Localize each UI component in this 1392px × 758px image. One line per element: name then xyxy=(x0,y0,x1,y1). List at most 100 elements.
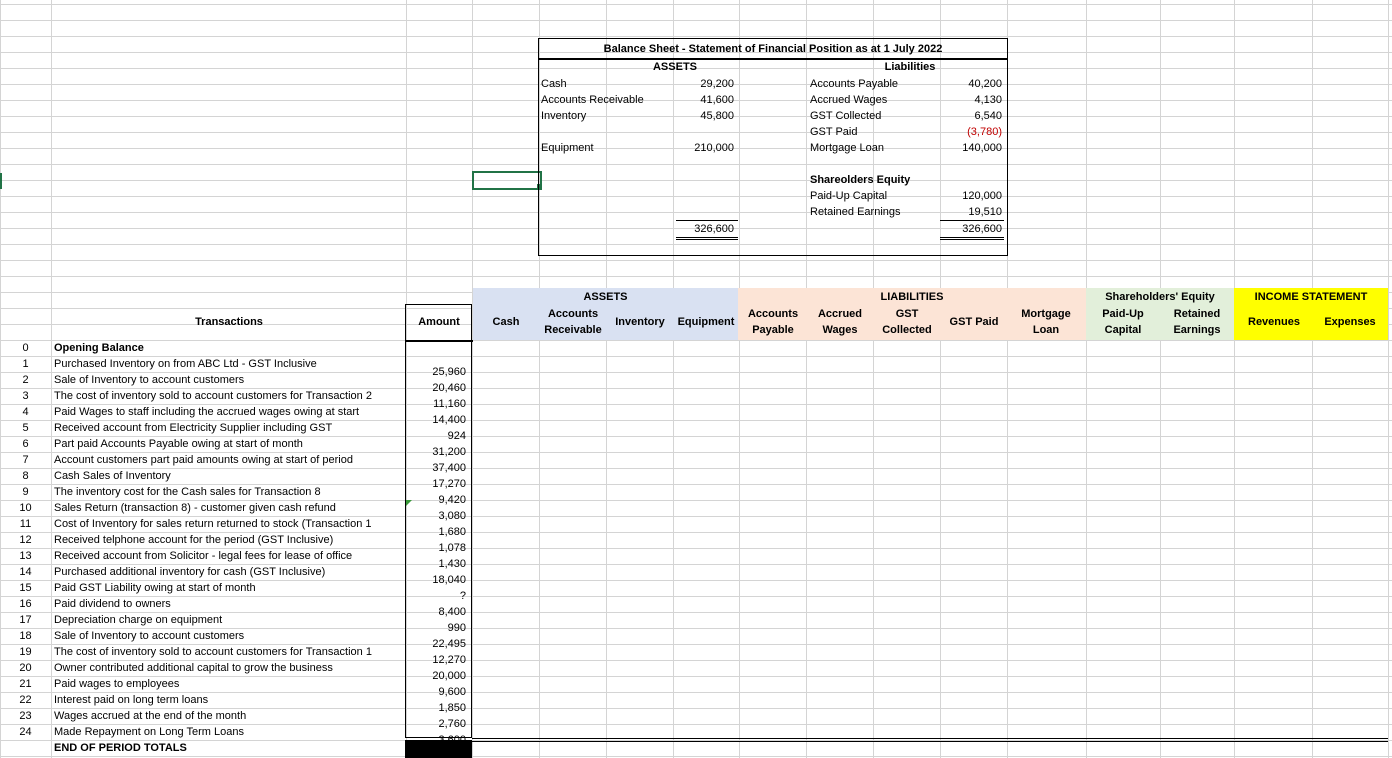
liab-label-gstp: GST Paid xyxy=(810,126,858,138)
header-ap-line2: Payable xyxy=(752,324,794,336)
header-cash: Cash xyxy=(492,316,520,328)
row-number: 14 xyxy=(19,566,32,578)
transaction-amount[interactable]: 1,680 xyxy=(406,524,466,540)
transaction-amount[interactable]: 11,160 xyxy=(406,396,466,412)
end-of-period-label: END OF PERIOD TOTALS xyxy=(54,742,187,754)
transaction-description[interactable]: Purchased Inventory on from ABC Ltd - GS… xyxy=(54,356,404,372)
transaction-description[interactable]: The cost of inventory sold to account cu… xyxy=(54,388,404,404)
header-revenues: Revenues xyxy=(1248,316,1300,328)
row-number: 6 xyxy=(22,438,29,450)
transaction-description[interactable]: Cost of Inventory for sales return retur… xyxy=(54,516,404,532)
assets-total: 326,600 xyxy=(694,223,734,235)
transaction-description[interactable]: Sales Return (transaction 8) - customer … xyxy=(54,500,404,516)
header-gstc-line1: GST xyxy=(895,308,919,320)
transaction-description[interactable]: Owner contributed additional capital to … xyxy=(54,660,404,676)
row-number: 18 xyxy=(19,630,32,642)
transaction-description[interactable]: Account customers part paid amounts owin… xyxy=(54,452,404,468)
row-number: 7 xyxy=(22,454,29,466)
transaction-amount[interactable]: 9,600 xyxy=(406,684,466,700)
transaction-amount[interactable]: 1,430 xyxy=(406,556,466,572)
liab-value-gstc: 6,540 xyxy=(974,110,1002,122)
assets-heading: ASSETS xyxy=(652,61,697,73)
liab-value-mortgage: 140,000 xyxy=(962,142,1002,154)
header-puc-line1: Paid-Up xyxy=(1102,308,1144,320)
header-ar-line2: Receivable xyxy=(544,324,602,336)
liab-label-mortgage: Mortgage Loan xyxy=(810,142,884,154)
transaction-description[interactable]: Depreciation charge on equipment xyxy=(54,612,404,628)
liab-label-aw: Accrued Wages xyxy=(810,94,888,106)
selected-cell[interactable] xyxy=(472,171,542,190)
header-re-line1: Retained xyxy=(1173,308,1221,320)
transaction-amount[interactable]: 25,960 xyxy=(406,364,466,380)
row-number: 9 xyxy=(22,486,29,498)
end-row-top-border xyxy=(472,738,1388,739)
row-number: 16 xyxy=(19,598,32,610)
group-equity: Shareholders' Equity xyxy=(1105,291,1215,303)
grid-row-line xyxy=(0,20,1392,21)
transaction-amount[interactable]: 3,080 xyxy=(406,508,466,524)
transaction-amount[interactable]: 22,495 xyxy=(406,636,466,652)
header-inventory: Inventory xyxy=(615,316,665,328)
row-number: 15 xyxy=(19,582,32,594)
header-puc-line2: Capital xyxy=(1104,324,1142,336)
transaction-amount[interactable]: 14,400 xyxy=(406,412,466,428)
asset-label-equipment: Equipment xyxy=(541,142,594,154)
equity-value-retained: 19,510 xyxy=(968,206,1002,218)
transaction-amount[interactable]: 37,400 xyxy=(406,460,466,476)
transaction-description[interactable]: Interest paid on long term loans xyxy=(54,692,404,708)
transaction-amount[interactable]: 20,460 xyxy=(406,380,466,396)
transaction-amount[interactable]: 31,200 xyxy=(406,444,466,460)
transaction-description[interactable]: Received account from Electricity Suppli… xyxy=(54,420,404,436)
group-assets: ASSETS xyxy=(583,291,628,303)
row-indicator xyxy=(0,173,2,189)
transaction-description[interactable]: The inventory cost for the Cash sales fo… xyxy=(54,484,404,500)
transaction-description[interactable]: Sale of Inventory to account customers xyxy=(54,372,404,388)
transaction-description[interactable]: The cost of inventory sold to account cu… xyxy=(54,644,404,660)
transaction-amount[interactable]: 924 xyxy=(406,428,466,444)
transaction-amount[interactable]: 990 xyxy=(406,620,466,636)
row-number: 5 xyxy=(22,422,29,434)
liab-equity-total: 326,600 xyxy=(962,223,1002,235)
transaction-description[interactable]: Purchased additional inventory for cash … xyxy=(54,564,404,580)
row-number: 20 xyxy=(19,662,32,674)
transaction-amount[interactable]: 1,078 xyxy=(406,540,466,556)
transaction-description[interactable]: Cash Sales of Inventory xyxy=(54,468,404,484)
header-expenses: Expenses xyxy=(1324,316,1376,328)
transaction-amount[interactable]: 20,000 xyxy=(406,668,466,684)
transaction-description[interactable]: Paid Wages to staff including the accrue… xyxy=(54,404,404,420)
equity-label-capital: Paid-Up Capital xyxy=(810,190,888,202)
transaction-amount[interactable]: ? xyxy=(406,588,466,604)
transaction-amount[interactable]: 1,850 xyxy=(406,700,466,716)
header-transactions: Transactions xyxy=(195,316,263,328)
equity-value-capital: 120,000 xyxy=(962,190,1002,202)
amount-header-underline xyxy=(405,340,473,342)
transaction-description[interactable]: Made Repayment on Long Term Loans xyxy=(54,724,404,740)
transaction-description[interactable]: Paid GST Liability owing at start of mon… xyxy=(54,580,404,596)
end-row-top-border-2 xyxy=(472,741,1388,742)
row-number: 24 xyxy=(19,726,32,738)
transaction-amount[interactable]: 12,270 xyxy=(406,652,466,668)
transaction-amount[interactable]: 3,600 xyxy=(406,732,466,748)
transaction-amount[interactable]: 9,420 xyxy=(406,492,466,508)
grid-row-line xyxy=(0,276,1392,277)
grid-row-line xyxy=(0,756,1392,757)
transaction-description[interactable]: Paid wages to employees xyxy=(54,676,404,692)
transaction-description[interactable]: Received telphone account for the period… xyxy=(54,532,404,548)
asset-value-inventory: 45,800 xyxy=(700,110,734,122)
transaction-description[interactable]: Wages accrued at the end of the month xyxy=(54,708,404,724)
transaction-description[interactable]: Opening Balance xyxy=(54,340,404,356)
row-number: 2 xyxy=(22,374,29,386)
transaction-amount[interactable]: 2,760 xyxy=(406,716,466,732)
transaction-description[interactable]: Received account from Solicitor - legal … xyxy=(54,548,404,564)
asset-label-ar: Accounts Receivable xyxy=(541,94,644,106)
transaction-description[interactable]: Sale of Inventory to account customers xyxy=(54,628,404,644)
transaction-amount[interactable]: 17,270 xyxy=(406,476,466,492)
transaction-amount[interactable]: 8,400 xyxy=(406,604,466,620)
asset-value-cash: 29,200 xyxy=(700,78,734,90)
header-re-line2: Earnings xyxy=(1173,324,1221,336)
transaction-amount[interactable]: 18,040 xyxy=(406,572,466,588)
liab-value-gstp: (3,780) xyxy=(967,126,1002,138)
asset-label-inventory: Inventory xyxy=(541,110,587,122)
transaction-description[interactable]: Part paid Accounts Payable owing at star… xyxy=(54,436,404,452)
transaction-description[interactable]: Paid dividend to owners xyxy=(54,596,404,612)
